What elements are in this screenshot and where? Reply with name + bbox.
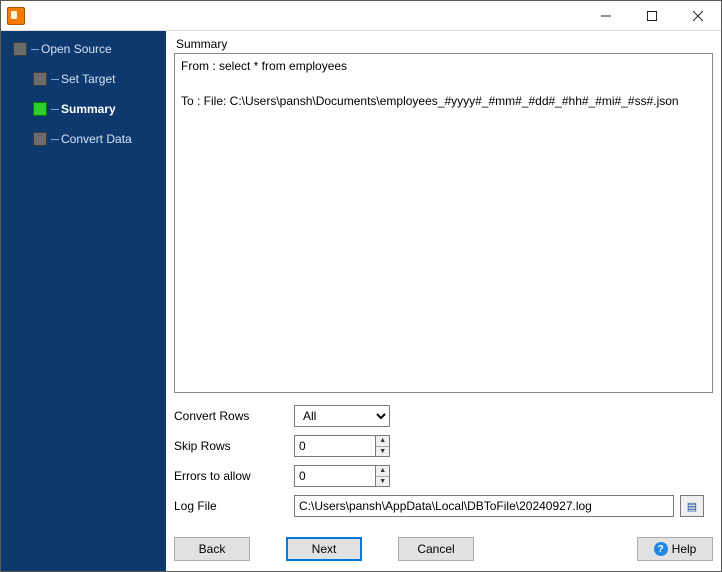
errors-allow-label: Errors to allow (174, 469, 294, 483)
app-icon (7, 7, 25, 25)
step-label: Summary (61, 102, 116, 116)
step-marker-icon (33, 72, 47, 86)
step-marker-icon (33, 102, 47, 116)
log-file-label: Log File (174, 499, 294, 513)
options-group: Convert Rows All Skip Rows ▲ (174, 403, 713, 523)
step-label: Convert Data (61, 132, 132, 146)
back-button[interactable]: Back (174, 537, 250, 561)
step-convert-data[interactable]: Convert Data (13, 129, 166, 149)
skip-rows-label: Skip Rows (174, 439, 294, 453)
spin-up-icon[interactable]: ▲ (376, 466, 389, 477)
step-marker-icon (33, 132, 47, 146)
spin-up-icon[interactable]: ▲ (376, 436, 389, 447)
help-icon: ? (654, 542, 668, 556)
skip-rows-input[interactable] (295, 436, 375, 456)
step-open-source[interactable]: Open Source (13, 39, 166, 59)
wizard-footer: Back Next Cancel ? Help (174, 523, 713, 561)
convert-rows-select[interactable]: All (294, 405, 390, 427)
next-button[interactable]: Next (286, 537, 362, 561)
skip-rows-spinner[interactable]: ▲ ▼ (294, 435, 390, 457)
convert-rows-label: Convert Rows (174, 409, 294, 423)
open-log-button[interactable]: ▤ (680, 495, 704, 517)
document-icon: ▤ (687, 500, 697, 513)
step-set-target[interactable]: Set Target (13, 69, 166, 89)
summary-from-line: From : select * from employees (181, 59, 347, 73)
summary-heading: Summary (174, 35, 713, 53)
log-file-input[interactable] (294, 495, 674, 517)
help-button[interactable]: ? Help (637, 537, 713, 561)
spin-down-icon[interactable]: ▼ (376, 447, 389, 457)
errors-allow-input[interactable] (295, 466, 375, 486)
titlebar (1, 1, 721, 31)
minimize-button[interactable] (583, 1, 629, 30)
cancel-button[interactable]: Cancel (398, 537, 474, 561)
summary-to-line: To : File: C:\Users\pansh\Documents\empl… (181, 94, 679, 108)
app-window: Open Source Set Target Summary Convert D… (0, 0, 722, 572)
step-marker-icon (13, 42, 27, 56)
spin-down-icon[interactable]: ▼ (376, 477, 389, 487)
close-button[interactable] (675, 1, 721, 30)
wizard-sidebar: Open Source Set Target Summary Convert D… (1, 31, 166, 571)
step-label: Set Target (61, 72, 115, 86)
maximize-button[interactable] (629, 1, 675, 30)
summary-textbox[interactable]: From : select * from employees To : File… (174, 53, 713, 393)
step-summary[interactable]: Summary (13, 99, 166, 119)
step-label: Open Source (41, 42, 112, 56)
errors-allow-spinner[interactable]: ▲ ▼ (294, 465, 390, 487)
main-panel: Summary From : select * from employees T… (166, 31, 721, 571)
